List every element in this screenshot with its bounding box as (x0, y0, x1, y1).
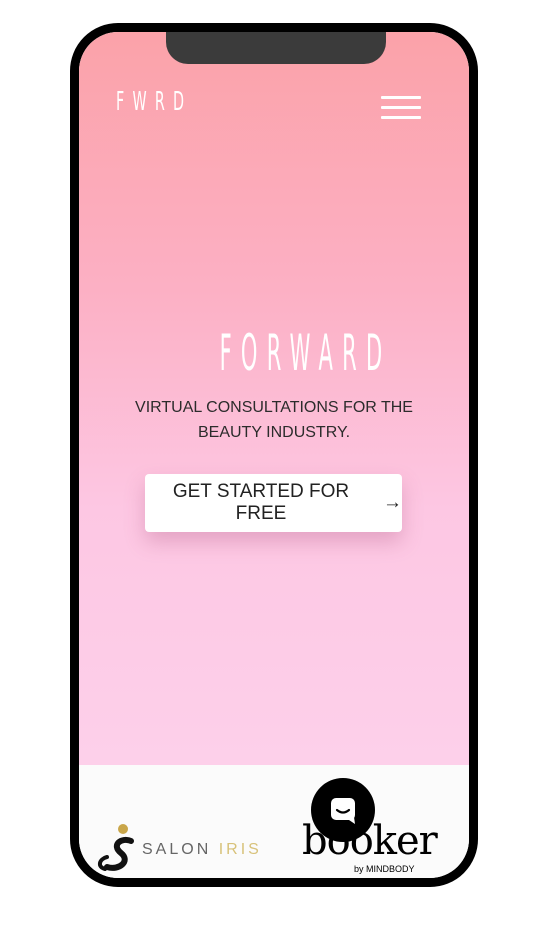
hero-section: FWRD FORWARD VIRTUAL CONSULTATIONS FOR T… (79, 32, 469, 765)
phone-notch (166, 32, 386, 64)
arrow-right-icon: → (383, 492, 402, 513)
menu-bar (381, 96, 421, 99)
get-started-button[interactable]: GET STARTED FOR FREE → (145, 474, 402, 532)
chat-bubble-icon (331, 798, 355, 824)
fwrd-logo[interactable]: FWRD (116, 87, 192, 117)
salon-text: SALON (142, 841, 219, 858)
tagline-line-2: BEAUTY INDUSTRY. (197, 424, 351, 441)
partner-logos-strip: SALON IRIS booker by MINDBODY (79, 765, 469, 878)
hamburger-menu-icon[interactable] (381, 96, 421, 124)
iris-text: IRIS (218, 841, 262, 858)
phone-frame: FWRD FORWARD VIRTUAL CONSULTATIONS FOR T… (70, 23, 478, 887)
get-started-label: GET STARTED FOR FREE (172, 481, 350, 524)
booker-subtext: by MINDBODY (354, 864, 415, 874)
hero-tagline: VIRTUAL CONSULTATIONS FOR THE BEAUTY IND… (119, 395, 429, 445)
hero-title: FORWARD (79, 324, 469, 382)
chat-launcher-button[interactable] (311, 778, 375, 842)
menu-bar (381, 106, 421, 109)
tagline-line-1: VIRTUAL CONSULTATIONS FOR THE (135, 399, 413, 416)
hero-title-text: FORWARD (219, 324, 392, 382)
menu-bar (381, 116, 421, 119)
salon-iris-logo: SALON IRIS (142, 841, 262, 859)
